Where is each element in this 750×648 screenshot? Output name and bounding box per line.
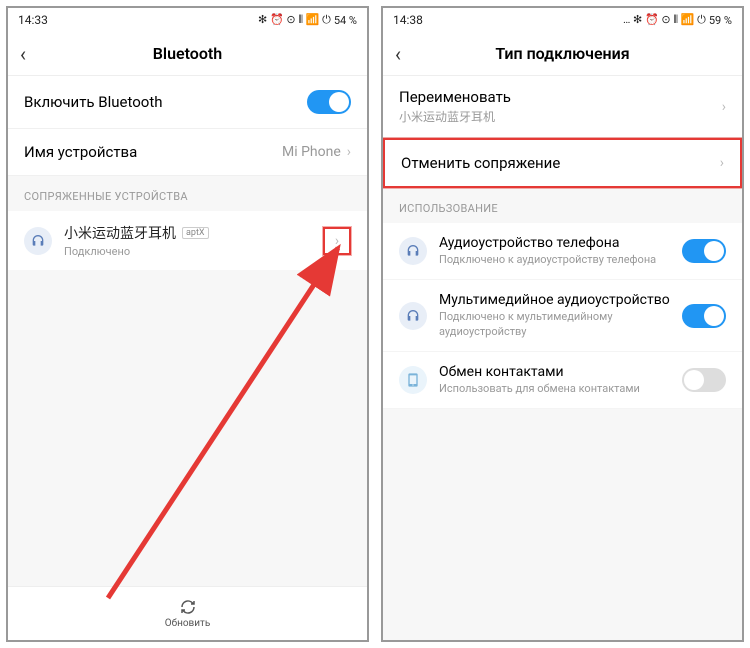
status-battery: 59 % [709,14,732,27]
toggle-media-audio[interactable] [682,304,726,328]
status-time: 14:33 [18,13,48,27]
refresh-button[interactable]: Обновить [8,586,367,640]
headphones-icon [399,237,427,265]
statusbar: 14:33 ✻ ⏰ ⊙ ⫴ 📶 ⏻ 54 % [8,8,367,32]
device-name-label: Имя устройства [24,143,137,161]
option-title: Мультимедийное аудиоустройство [439,292,670,308]
page-title: Bluetooth [153,44,222,63]
back-button[interactable]: ‹ [20,42,26,66]
rename-label: Переименовать [399,88,511,106]
status-battery: 54 % [334,14,357,27]
option-title: Обмен контактами [439,364,670,380]
back-button[interactable]: ‹ [395,42,401,66]
statusbar: 14:38 … ✻ ⏰ ⊙ ⫴ 📶 ⏻ 59 % [383,8,742,32]
device-name: 小米运动蓝牙耳机 [64,223,176,243]
unpair-label: Отменить сопряжение [401,154,560,172]
refresh-label: Обновить [165,618,211,629]
content: Включить Bluetooth Имя устройства Mi Pho… [8,76,367,586]
header: ‹ Тип подключения [383,32,742,76]
toggle-contacts[interactable] [682,368,726,392]
phone-left: 14:33 ✻ ⏰ ⊙ ⫴ 📶 ⏻ 54 % ‹ Bluetooth Включ… [6,6,369,642]
page-title: Тип подключения [495,44,629,63]
device-detail-button[interactable]: › [323,227,351,255]
phone-icon [399,366,427,394]
row-enable-bluetooth[interactable]: Включить Bluetooth [8,76,367,129]
usage-section-title: ИСПОЛЬЗОВАНИЕ [383,188,742,223]
codec-badge: aptX [182,227,209,239]
enable-label: Включить Bluetooth [24,93,163,111]
row-device-name[interactable]: Имя устройства Mi Phone › [8,129,367,176]
row-unpair[interactable]: Отменить сопряжение › [383,138,742,188]
paired-device-row[interactable]: 小米运动蓝牙耳机 aptX Подключено › [8,211,367,270]
device-status: Подключено [64,245,311,258]
phone-right: 14:38 … ✻ ⏰ ⊙ ⫴ 📶 ⏻ 59 % ‹ Тип подключен… [381,6,744,642]
device-name-value: Mi Phone [282,144,341,160]
toggle-phone-audio[interactable] [682,239,726,263]
header: ‹ Bluetooth [8,32,367,76]
option-sub: Подключено к аудиоустройству телефона [439,253,670,267]
rename-sub: 小米运动蓝牙耳机 [399,108,511,125]
chevron-right-icon: › [347,144,351,160]
status-time: 14:38 [393,13,423,27]
content: Переименовать 小米运动蓝牙耳机 › Отменить сопряж… [383,76,742,640]
status-icons: ✻ ⏰ ⊙ ⫴ 📶 ⏻ [258,13,331,27]
device-info: 小米运动蓝牙耳机 aptX Подключено [64,223,311,258]
headphones-icon [24,227,52,255]
bluetooth-toggle[interactable] [307,90,351,114]
option-phone-audio[interactable]: Аудиоустройство телефона Подключено к ау… [383,223,742,280]
status-right: ✻ ⏰ ⊙ ⫴ 📶 ⏻ 54 % [258,13,357,27]
option-media-audio[interactable]: Мультимедийное аудиоустройство Подключен… [383,280,742,352]
status-icons: … ✻ ⏰ ⊙ ⫴ 📶 ⏻ [623,13,706,27]
row-rename[interactable]: Переименовать 小米运动蓝牙耳机 › [383,76,742,138]
chevron-right-icon: › [720,155,724,171]
option-sub: Подключено к мультимедийному аудиоустрой… [439,310,670,339]
paired-section-title: СОПРЯЖЕННЫЕ УСТРОЙСТВА [8,176,367,211]
option-contacts[interactable]: Обмен контактами Использовать для обмена… [383,352,742,409]
refresh-icon [179,598,197,616]
chevron-right-icon: › [722,99,726,115]
status-right: … ✻ ⏰ ⊙ ⫴ 📶 ⏻ 59 % [623,13,732,27]
option-title: Аудиоустройство телефона [439,235,670,251]
option-sub: Использовать для обмена контактами [439,382,670,396]
headphones-icon [399,302,427,330]
